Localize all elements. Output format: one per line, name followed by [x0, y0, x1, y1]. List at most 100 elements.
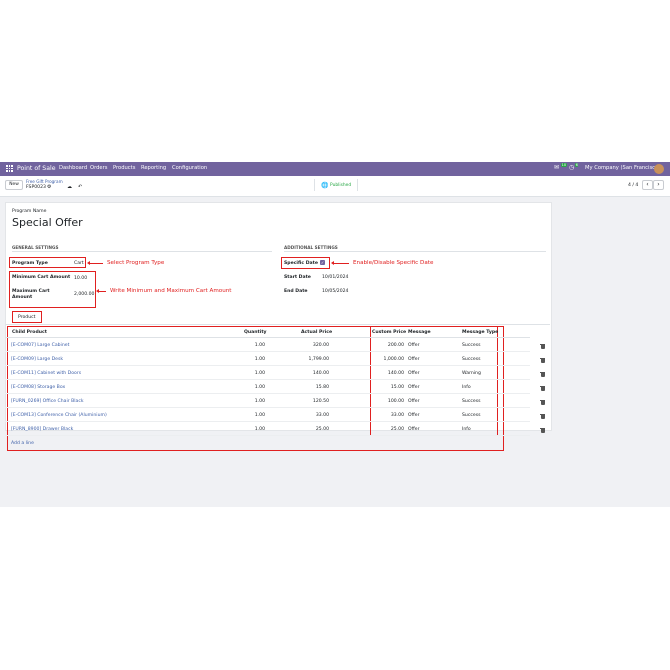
col-message-type[interactable]: Message Type: [462, 330, 498, 335]
row-message[interactable]: Offer: [408, 343, 420, 348]
row-divider: [5, 421, 530, 422]
chat-icon[interactable]: ✉: [554, 164, 559, 171]
start-date-label: Start Date: [284, 274, 311, 280]
pager-previous-button[interactable]: ‹: [642, 180, 653, 190]
max-cart-label-line2: Amount: [12, 295, 33, 300]
pager-next-button[interactable]: ›: [653, 180, 664, 190]
col-custom-price[interactable]: Custom Price: [372, 330, 406, 335]
row-quantity[interactable]: 1.00: [255, 413, 265, 418]
cart-amount-arrow: [96, 288, 106, 293]
row-custom-price[interactable]: 25.00: [391, 427, 404, 432]
end-date-label: End Date: [284, 288, 308, 294]
user-avatar[interactable]: [654, 164, 664, 174]
row-divider: [5, 351, 530, 352]
row-message-type[interactable]: Info: [462, 385, 471, 390]
row-message[interactable]: Offer: [408, 357, 420, 362]
menu-dashboard[interactable]: Dashboard: [59, 165, 87, 171]
max-cart-field[interactable]: 2,000.00: [74, 292, 94, 297]
row-product[interactable]: [FURN_0269] Office Chair Black: [11, 399, 84, 404]
delete-row-icon[interactable]: [540, 399, 545, 406]
menu-configuration[interactable]: Configuration: [172, 165, 207, 171]
row-divider: [5, 393, 530, 394]
specific-date-label: Specific Date: [284, 260, 318, 266]
row-custom-price[interactable]: 15.00: [391, 385, 404, 390]
row-message-type[interactable]: Warning: [462, 371, 481, 376]
delete-row-icon[interactable]: [540, 371, 545, 378]
col-message[interactable]: Message: [408, 330, 431, 335]
row-message-type[interactable]: Success: [462, 413, 481, 418]
start-date-field[interactable]: 10/01/2024: [322, 275, 348, 280]
add-line-link[interactable]: Add a line: [11, 441, 34, 446]
delete-row-icon[interactable]: [540, 357, 545, 364]
menu-products[interactable]: Products: [113, 165, 135, 171]
row-custom-price[interactable]: 100.00: [388, 399, 404, 404]
min-cart-field[interactable]: 10.00: [74, 276, 87, 281]
delete-row-icon[interactable]: [540, 427, 545, 434]
save-cloud-icon[interactable]: ☁: [67, 184, 72, 190]
specific-date-checkbox[interactable]: ✓: [320, 260, 325, 265]
program-type-select[interactable]: Cart: [74, 261, 84, 266]
row-product[interactable]: [E-COM07] Large Cabinet: [11, 343, 69, 348]
activity-badge: 6: [575, 162, 579, 167]
new-button[interactable]: New: [5, 180, 23, 190]
row-message[interactable]: Offer: [408, 413, 420, 418]
row-product[interactable]: [FURN_8900] Drawer Black: [11, 427, 73, 432]
delete-row-icon[interactable]: [540, 343, 545, 350]
row-quantity[interactable]: 1.00: [255, 371, 265, 376]
row-actual-price: 33.00: [315, 413, 329, 418]
row-quantity[interactable]: 1.00: [255, 385, 265, 390]
row-message[interactable]: Offer: [408, 385, 420, 390]
row-message-type[interactable]: Success: [462, 343, 481, 348]
row-quantity[interactable]: 1.00: [255, 343, 265, 348]
row-product[interactable]: [E-COM13] Conference Chair (Aluminium): [11, 413, 107, 418]
general-settings-heading: GENERAL SETTINGS: [12, 244, 59, 250]
apps-grid-icon[interactable]: [6, 165, 13, 172]
row-custom-price[interactable]: 200.00: [388, 343, 404, 348]
row-custom-price[interactable]: 1,000.00: [384, 357, 404, 362]
tab-product[interactable]: Product: [12, 311, 42, 323]
min-cart-label: Minimum Cart Amount: [12, 275, 71, 280]
menu-orders[interactable]: Orders: [90, 165, 107, 171]
row-message-type[interactable]: Info: [462, 427, 471, 432]
delete-row-icon[interactable]: [540, 385, 545, 392]
app-name[interactable]: Point of Sale: [17, 165, 56, 172]
globe-icon: 🌐: [321, 181, 329, 189]
col-child-product[interactable]: Child Product: [12, 330, 47, 335]
row-product[interactable]: [E-COM09] Large Desk: [11, 357, 63, 362]
additional-settings-divider: [284, 251, 546, 252]
row-message[interactable]: Offer: [408, 399, 420, 404]
header-divider: [5, 337, 530, 338]
cart-amount-annotation: Write Minimum and Maximum Cart Amount: [110, 287, 232, 294]
breadcrumb-current: FSP0023: [26, 184, 46, 190]
row-message[interactable]: Offer: [408, 427, 420, 432]
row-custom-price[interactable]: 33.00: [391, 413, 404, 418]
status-smart-button[interactable]: 🌐 Published: [314, 179, 358, 191]
row-message-type[interactable]: Success: [462, 357, 481, 362]
discard-icon[interactable]: ↶: [78, 184, 82, 190]
row-message[interactable]: Offer: [408, 371, 420, 376]
row-product[interactable]: [E-COM11] Cabinet with Doors: [11, 371, 81, 376]
delete-row-icon[interactable]: [540, 413, 545, 420]
row-custom-price[interactable]: 140.00: [388, 371, 404, 376]
company-switcher[interactable]: My Company (San Francisco): [585, 165, 660, 171]
row-actual-price: 25.00: [315, 427, 329, 432]
end-date-field[interactable]: 10/05/2024: [322, 289, 348, 294]
pager-value: 4 / 4: [628, 182, 639, 188]
row-actual-price: 120.50: [312, 399, 329, 404]
row-message-type[interactable]: Success: [462, 399, 481, 404]
settings-gear-icon[interactable]: ⚙: [47, 184, 51, 190]
row-quantity[interactable]: 1.00: [255, 427, 265, 432]
breadcrumb-parent[interactable]: Free Gift Program: [26, 179, 63, 184]
row-quantity[interactable]: 1.00: [255, 357, 265, 362]
clock-icon[interactable]: ◷: [569, 164, 574, 171]
row-divider: [5, 435, 530, 436]
menu-reporting[interactable]: Reporting: [141, 165, 166, 171]
row-product[interactable]: [E-COM08] Storage Box: [11, 385, 65, 390]
program-name-field[interactable]: Special Offer: [12, 216, 83, 229]
row-quantity[interactable]: 1.00: [255, 399, 265, 404]
col-actual-price[interactable]: Actual Price: [301, 330, 332, 335]
program-type-label: Program Type: [12, 260, 48, 266]
col-quantity[interactable]: Quantity: [244, 330, 267, 335]
control-panel: New Free Gift Program FSP0023 ⚙ ☁ ↶ 🌐 Pu…: [0, 176, 670, 197]
additional-settings-heading: ADDITIONAL SETTINGS: [284, 244, 338, 250]
